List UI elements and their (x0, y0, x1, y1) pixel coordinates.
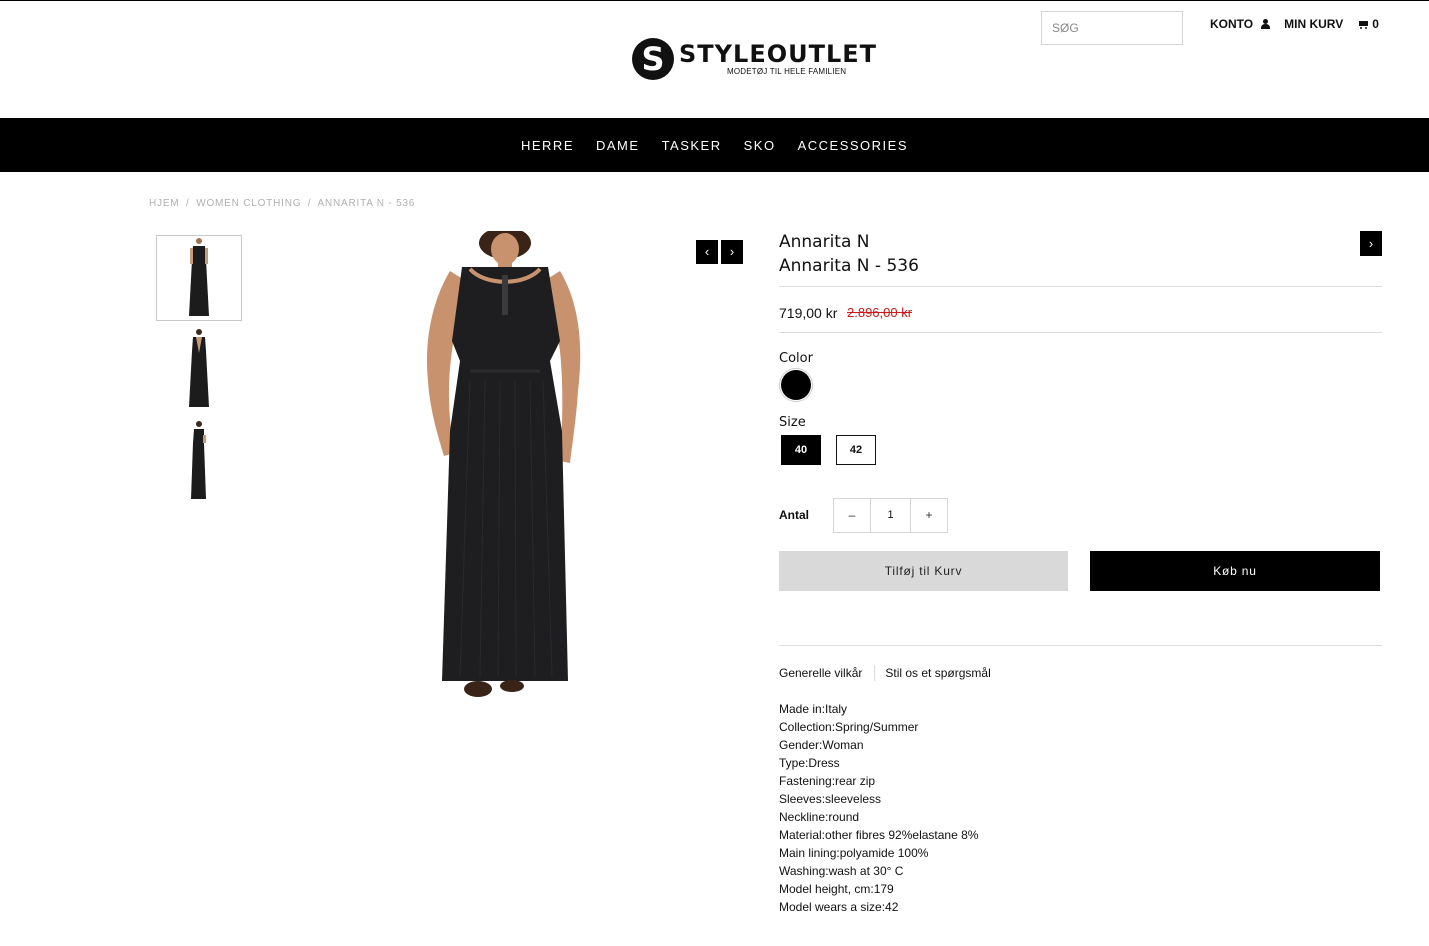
breadcrumb-separator: / (186, 198, 190, 209)
tab-separator (874, 665, 876, 681)
divider (779, 645, 1382, 646)
breadcrumb-category[interactable]: WOMEN CLOTHING (196, 198, 301, 209)
spec-line: Washing:wash at 30° C (779, 864, 904, 878)
cart-count: 0 (1372, 17, 1379, 31)
product-price: 719,00 kr (779, 305, 838, 321)
nav-item-herre[interactable]: HERRE (521, 138, 574, 153)
spec-line: Type:Dress (779, 756, 840, 770)
spec-line: Material:other fibres 92%elastane 8% (779, 828, 979, 842)
size-option-42[interactable]: 42 (836, 435, 876, 465)
compare-at-price: 2.896,00 kr (847, 305, 913, 320)
thumbnail-side[interactable] (156, 419, 242, 505)
tab-ask-question[interactable]: Stil os et spørgsmål (885, 666, 990, 680)
header-links: KONTO MIN KURV 0 (1210, 17, 1379, 31)
spec-line: Sleeves:sleeveless (779, 792, 882, 806)
top-border (0, 0, 1429, 1)
thumbnail-front[interactable] (156, 235, 242, 321)
size-label: Size (779, 415, 806, 430)
spec-line: Gender:Woman (779, 738, 864, 752)
logo-wordmark: STYLEOUTLET (679, 40, 878, 68)
breadcrumb: HJEM / WOMEN CLOTHING / ANNARITA N - 536 (149, 198, 418, 209)
search-input[interactable] (1041, 11, 1183, 45)
quantity-stepper: – 1 + (833, 498, 948, 533)
gallery-prev-button[interactable]: ‹ (696, 240, 718, 264)
size-option-40[interactable]: 40 (781, 435, 821, 465)
product-main-image[interactable] (410, 231, 600, 703)
dress-thumbnail-image (189, 238, 209, 316)
spec-line: Model height, cm:179 (779, 882, 894, 896)
nav-item-tasker[interactable]: TASKER (662, 138, 722, 153)
chevron-left-icon: ‹ (704, 244, 710, 259)
spec-line: Made in:Italy (779, 702, 848, 716)
next-product-button[interactable]: › (1360, 231, 1382, 256)
chevron-right-icon: › (1368, 236, 1374, 251)
product-specs: Made in:Italy Collection:Spring/Summer G… (779, 700, 978, 916)
nav-item-sko[interactable]: SKO (744, 138, 776, 153)
cart-label: MIN KURV (1284, 17, 1344, 31)
quantity-decrease-button[interactable]: – (834, 499, 870, 532)
dress-thumbnail-image (191, 421, 206, 499)
quantity-increase-button[interactable]: + (911, 499, 947, 532)
spec-line: Model wears a size:42 (779, 900, 899, 914)
account-label: KONTO (1210, 17, 1254, 31)
dress-thumbnail-image (189, 329, 209, 407)
breadcrumb-current: ANNARITA N - 536 (317, 198, 416, 209)
spec-line: Neckline:round (779, 810, 860, 824)
color-swatch-black[interactable] (779, 368, 813, 402)
product-brand: Annarita N (779, 232, 870, 252)
quantity-input[interactable]: 1 (870, 499, 911, 532)
user-icon (1261, 19, 1271, 29)
chevron-right-icon: › (729, 244, 735, 259)
color-swatch-fill (781, 370, 811, 400)
breadcrumb-separator: / (307, 198, 312, 209)
cart-count-link[interactable]: 0 (1358, 17, 1379, 31)
divider (779, 286, 1382, 287)
logo-mark: S (632, 38, 674, 80)
quantity-label: Antal (779, 508, 809, 522)
color-label: Color (779, 351, 813, 366)
product-title: Annarita N - 536 (779, 256, 919, 276)
gallery-next-button[interactable]: › (721, 240, 743, 264)
logo-tagline: MODETØJ TIL HELE FAMILIEN (727, 67, 847, 76)
info-tabs: Generelle vilkår Stil os et spørgsmål (779, 665, 991, 681)
store-logo[interactable]: S STYLEOUTLET MODETØJ TIL HELE FAMILIEN (632, 38, 882, 82)
thumbnail-back[interactable] (156, 327, 242, 413)
main-nav: HERRE DAME TASKER SKO ACCESSORIES (0, 118, 1429, 172)
nav-item-accessories[interactable]: ACCESSORIES (798, 138, 908, 153)
divider (779, 332, 1382, 333)
nav-item-dame[interactable]: DAME (596, 138, 640, 153)
add-to-cart-button[interactable]: Tilføj til Kurv (779, 551, 1068, 591)
tab-general-terms[interactable]: Generelle vilkår (779, 666, 862, 680)
spec-line: Collection:Spring/Summer (779, 720, 919, 734)
cart-icon (1358, 20, 1369, 29)
spec-line: Fastening:rear zip (779, 774, 876, 788)
cart-link[interactable]: MIN KURV (1284, 17, 1343, 31)
spec-line: Main lining:polyamide 100% (779, 846, 929, 860)
account-link[interactable]: KONTO (1210, 17, 1271, 31)
buy-now-button[interactable]: Køb nu (1090, 551, 1380, 591)
breadcrumb-home[interactable]: HJEM (149, 198, 179, 209)
